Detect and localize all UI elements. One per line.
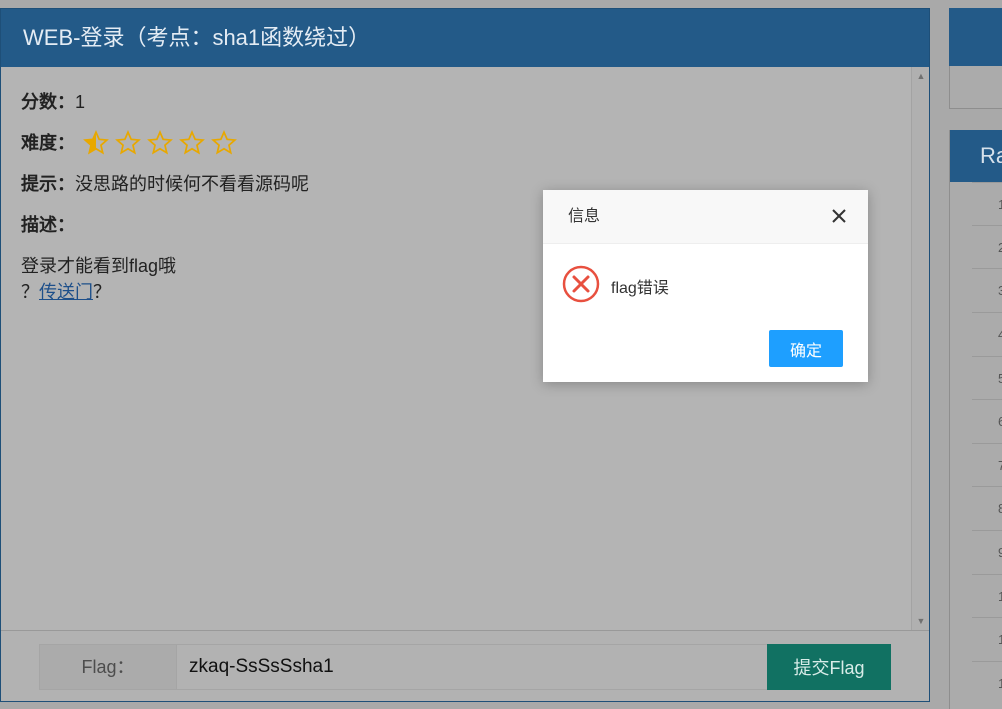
rank-row: 1 xyxy=(972,617,1002,660)
flag-footer: Flag： 提交Flag xyxy=(1,630,929,701)
side-panel-top-header xyxy=(949,8,1002,66)
rank-row: 3 xyxy=(972,268,1002,311)
flag-input[interactable] xyxy=(177,645,767,689)
dialog-message: flag错误 xyxy=(611,280,669,297)
score-label: 分数： xyxy=(21,91,75,112)
portal-suffix: ？ xyxy=(93,282,111,302)
ok-button[interactable]: 确定 xyxy=(769,330,843,367)
difficulty-stars xyxy=(83,129,237,156)
rank-row: 1 xyxy=(972,574,1002,617)
difficulty-label: 难度： xyxy=(21,132,75,153)
portal-link[interactable]: 传送门 xyxy=(39,282,93,302)
challenge-title: WEB-登录（考点：sha1函数绕过） xyxy=(1,9,929,67)
scroll-down-arrow-icon[interactable]: ▼ xyxy=(912,612,930,630)
star-empty-icon xyxy=(147,129,173,155)
rank-panel: Ra 1 2 3 4 5 6 7 8 9 1 1 1 xyxy=(949,130,1002,709)
rank-row: 1 xyxy=(972,182,1002,225)
rank-row: 4 xyxy=(972,312,1002,355)
rank-row: 5 xyxy=(972,356,1002,399)
rank-row: 6 xyxy=(972,399,1002,442)
star-empty-icon xyxy=(115,129,141,155)
difficulty-row: 难度： xyxy=(21,122,891,163)
dialog-body: flag错误 xyxy=(543,244,868,328)
rank-row: 7 xyxy=(972,443,1002,486)
description-label: 描述： xyxy=(21,214,75,235)
score-value: 1 xyxy=(75,91,86,112)
vertical-scrollbar[interactable]: ▲ ▼ xyxy=(911,67,929,630)
flag-form: Flag： 提交Flag xyxy=(39,644,891,690)
dialog-title: 信息 xyxy=(568,208,601,225)
scroll-up-arrow-icon[interactable]: ▲ xyxy=(912,67,930,85)
rank-row: 1 xyxy=(972,661,1002,704)
info-dialog: 信息 flag错误 确定 xyxy=(543,190,868,382)
hint-text: 没思路的时候何不看看源码呢 xyxy=(75,173,309,194)
dialog-header: 信息 xyxy=(543,190,868,244)
score-row: 分数： 1 xyxy=(21,81,891,122)
rank-row: 9 xyxy=(972,530,1002,573)
rank-row: 8 xyxy=(972,486,1002,529)
rank-panel-title: Ra xyxy=(950,130,1002,182)
star-empty-icon xyxy=(179,129,205,155)
portal-prefix: ？ xyxy=(21,282,39,302)
rank-row: 2 xyxy=(972,225,1002,268)
error-icon xyxy=(562,265,600,303)
close-icon[interactable] xyxy=(830,207,848,225)
star-empty-icon xyxy=(211,129,237,155)
star-half-icon xyxy=(83,129,109,155)
flag-label: Flag： xyxy=(40,645,177,689)
side-panel-top-body xyxy=(949,66,1002,109)
submit-flag-button[interactable]: 提交Flag xyxy=(767,644,891,690)
side-panel-top xyxy=(949,8,1002,109)
hint-label: 提示： xyxy=(21,173,75,194)
